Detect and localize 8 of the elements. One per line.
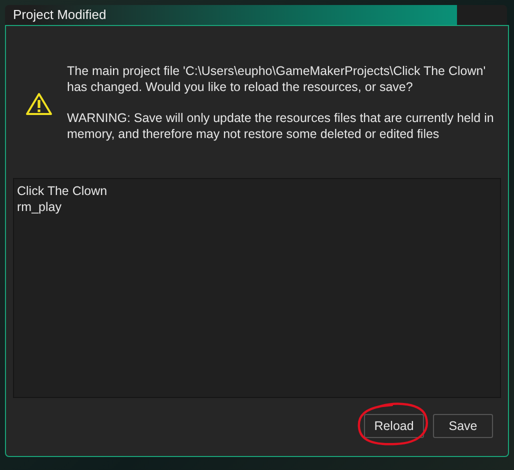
- dialog-button[interactable]: Reload: [364, 414, 424, 438]
- list-item[interactable]: rm_play: [17, 199, 497, 215]
- list-item[interactable]: Click The Clown: [17, 183, 497, 199]
- message-text: WARNING: Save will only update the resources files that are currently held in memory, and therefore may not restore some deleted or edited files: [67, 110, 495, 142]
- window-title: Project Modified: [13, 6, 106, 24]
- dialog-button[interactable]: Save: [433, 414, 493, 438]
- warning-icon: [25, 92, 53, 116]
- message-text: The main project file 'C:\Users\eupho\GameMakerProjects\Click The Clown' has changed. Would you like to reload the resources, or save?: [67, 62, 487, 94]
